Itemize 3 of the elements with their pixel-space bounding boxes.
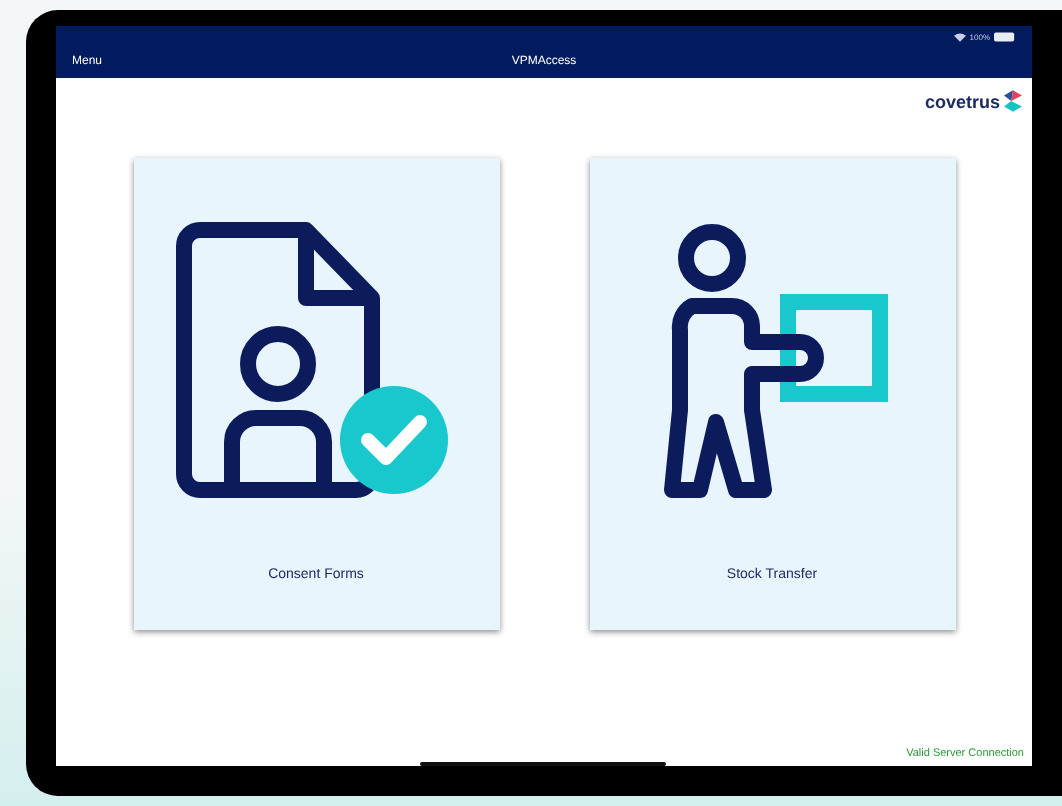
logo: covetrus — [924, 90, 1022, 112]
wifi-icon — [953, 31, 966, 41]
battery-icon — [994, 31, 1016, 41]
